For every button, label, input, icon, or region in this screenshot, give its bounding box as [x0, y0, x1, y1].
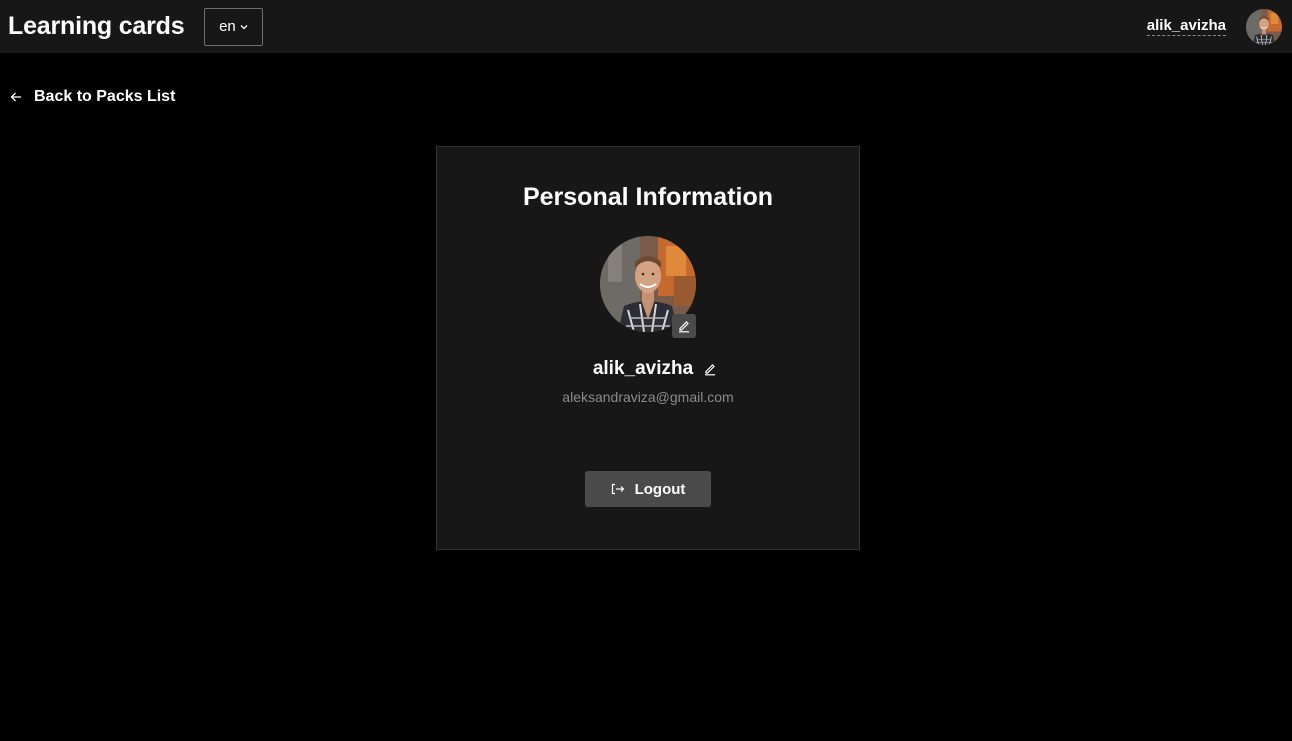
profile-email: aleksandraviza@gmail.com [562, 389, 734, 405]
header-user-menu: alik_avizha [1146, 8, 1282, 45]
app-title[interactable]: Learning cards [8, 12, 185, 41]
card-title: Personal Information [522, 183, 774, 211]
header-avatar[interactable] [1246, 8, 1282, 45]
header-username[interactable]: alik_avizha [1146, 17, 1226, 36]
pencil-icon [679, 321, 689, 333]
logout-button[interactable]: Logout [585, 471, 711, 507]
profile-avatar-container [600, 236, 696, 338]
profile-name: alik_avizha [592, 358, 694, 379]
avatar-edit-button[interactable] [672, 314, 696, 338]
language-value: en [219, 18, 236, 35]
language-select[interactable]: en [204, 7, 264, 46]
logout-label: Logout [634, 480, 686, 498]
back-to-packs-link[interactable]: Back to Packs List [10, 88, 175, 106]
pencil-icon [705, 364, 716, 376]
app-header: Learning cards en alik_avizha [0, 0, 1292, 53]
logout-icon [611, 483, 624, 495]
avatar-photo [1246, 8, 1282, 45]
chevron-down-icon [240, 24, 248, 29]
arrow-left-icon [10, 92, 21, 102]
back-link-label: Back to Packs List [34, 88, 176, 105]
personal-info-card: Personal Information alik_avizha aleksan… [436, 146, 860, 550]
profile-name-row: alik_avizha [579, 358, 717, 380]
edit-name-button[interactable] [703, 362, 717, 376]
